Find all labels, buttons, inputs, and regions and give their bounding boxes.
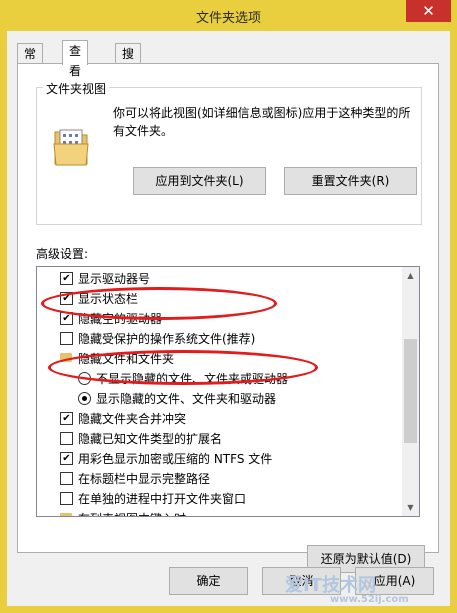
checkbox[interactable]: ✔ — [60, 292, 73, 305]
checkbox[interactable] — [60, 332, 73, 345]
check-icon: ✔ — [62, 453, 71, 464]
checkbox[interactable]: ✔ — [60, 452, 73, 465]
folder-view-icon — [53, 129, 89, 166]
check-icon: ✔ — [62, 293, 71, 304]
item-label: 在标题栏中显示完整路径 — [78, 472, 211, 486]
window-title: 文件夹选项 — [195, 11, 261, 26]
item-label: 显示状态栏 — [78, 292, 139, 306]
item-label: 显示隐藏的文件、文件夹和驱动器 — [96, 392, 277, 406]
item-label: 隐藏已知文件类型的扩展名 — [78, 432, 223, 446]
item-label: 显示驱动器号 — [78, 272, 151, 286]
advanced-settings-list: ✔ 显示驱动器号 ✔ 显示状态栏 ✔ 隐藏空的驱动器 隐藏受保护的操作系统文件(… — [36, 266, 420, 517]
watermark-url: www.52ij.com — [330, 594, 409, 605]
folder-views-description: 你可以将此视图(如详细信息或图标)应用于这种类型的所有文件夹。 — [113, 106, 411, 138]
radio-button[interactable] — [78, 372, 91, 385]
item-label: 隐藏受保护的操作系统文件(推荐) — [78, 332, 256, 346]
item-label: 用彩色显示加密或压缩的 NTFS 文件 — [78, 452, 273, 466]
tab-view[interactable]: 查看 — [62, 40, 89, 78]
folder-views-legend: 文件夹视图 — [43, 80, 110, 97]
close-button[interactable]: ✕ — [406, 0, 451, 22]
folder-options-window: 文件夹选项 ✕ 常规 查看 搜索 文件夹视图 — [0, 0, 457, 613]
check-icon: ✔ — [62, 313, 71, 324]
folder-views-group: 文件夹视图 你可以将此视图(如详细信息或图标)应用于这种类型的所有文件夹。 应用… — [36, 80, 422, 225]
close-icon: ✕ — [422, 2, 435, 20]
reset-folders-button[interactable]: 重置文件夹(R) — [284, 167, 417, 195]
scroll-thumb[interactable] — [404, 339, 417, 443]
item-label: 在列表视图中键入时 — [78, 509, 186, 516]
view-tab-panel: 文件夹视图 你可以将此视图(如详细信息或图标)应用于这种类型的所有文件夹。 应用… — [17, 63, 439, 573]
check-icon: ✔ — [62, 273, 71, 284]
checkbox[interactable] — [60, 432, 73, 445]
tab-search[interactable]: 搜索 — [115, 43, 142, 81]
checkbox[interactable]: ✔ — [60, 412, 73, 425]
item-label: 不显示隐藏的文件、文件夹或驱动器 — [96, 372, 289, 386]
checkbox[interactable]: ✔ — [60, 312, 73, 325]
folder-icon — [60, 353, 72, 362]
check-icon: ✔ — [62, 413, 71, 424]
checkbox[interactable] — [60, 492, 73, 505]
dialog-client-area: 常规 查看 搜索 文件夹视图 你可以将此视图(如详细信息或图标)应用于这种类型的… — [7, 31, 450, 606]
item-label: 隐藏空的驱动器 — [78, 312, 163, 326]
ok-button[interactable]: 确定 — [169, 567, 248, 595]
radio-button[interactable] — [78, 392, 91, 405]
item-label: 在单独的进程中打开文件夹窗口 — [78, 492, 247, 506]
item-label: 隐藏文件夹合并冲突 — [78, 412, 187, 426]
scroll-up-icon[interactable]: ▲ — [402, 267, 419, 284]
item-label: 隐藏文件和文件夹 — [78, 352, 175, 366]
scroll-down-icon[interactable]: ▼ — [402, 499, 419, 516]
checkbox[interactable] — [60, 472, 73, 485]
advanced-settings-label: 高级设置: — [36, 247, 89, 261]
title-bar[interactable]: 文件夹选项 ✕ — [0, 0, 457, 32]
folder-icon — [60, 513, 72, 516]
list-scrollbar[interactable]: ▲ ▼ — [402, 267, 419, 516]
tab-general[interactable]: 常规 — [17, 43, 44, 81]
apply-to-folders-button[interactable]: 应用到文件夹(L) — [133, 167, 266, 195]
checkbox[interactable]: ✔ — [60, 272, 73, 285]
